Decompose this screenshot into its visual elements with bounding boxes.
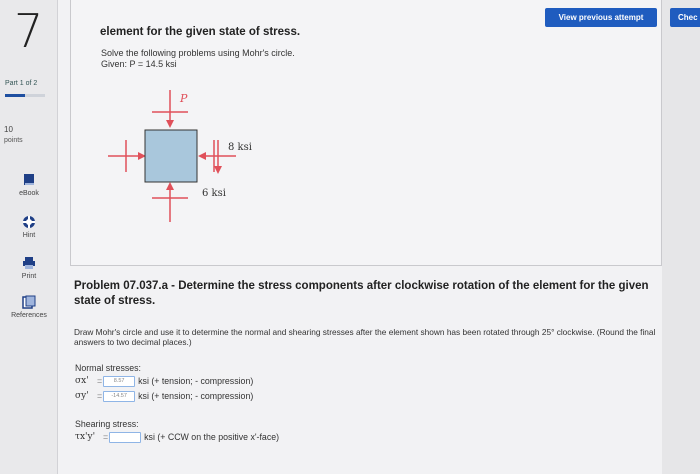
left-rail: 7 Part 1 of 2 10 points eBook Hint Print… <box>0 0 58 474</box>
p-label: P <box>179 92 188 105</box>
print-icon <box>23 257 35 269</box>
problem-title: Problem 07.037.a - Determine the stress … <box>74 280 649 307</box>
ebook-label: eBook <box>19 190 39 197</box>
sigma-y-unit: ksi (+ tension; - compression) <box>138 391 254 401</box>
given-value: Given: P = 14.5 ksi <box>101 59 177 69</box>
sigma-x-unit: ksi (+ tension; - compression) <box>138 376 254 386</box>
points-value: 10 <box>4 125 13 134</box>
references-label: References <box>11 312 47 319</box>
right-stress-label: 8 ksi <box>228 142 252 153</box>
figure-section-title: element for the given state of stress. <box>100 26 301 38</box>
part-label: Part 1 of 2 <box>5 80 38 87</box>
hint-label: Hint <box>22 232 36 239</box>
bottom-stress-label: 6 ksi <box>202 188 226 199</box>
shearing-stress-header: Shearing stress: <box>75 419 139 429</box>
sigma-x-input[interactable]: 8.57 <box>103 375 136 387</box>
left-arrow <box>108 140 146 172</box>
stress-element-figure: P 8 ksi 6 ksi <box>108 90 252 222</box>
ebook-button[interactable]: eBook <box>0 173 58 197</box>
references-button[interactable]: References <box>0 295 58 319</box>
right-gutter <box>662 0 700 474</box>
points-label: points <box>4 137 23 144</box>
hint-icon <box>23 216 35 228</box>
tau-row: τx'y' = ksi (+ CCW on the positive x'-fa… <box>75 431 280 443</box>
references-icon <box>22 295 36 309</box>
question-number: 7 <box>14 4 44 58</box>
sigma-x-symbol: σx' <box>75 376 89 386</box>
print-label: Print <box>21 273 37 280</box>
view-previous-attempt-button[interactable]: View previous attempt <box>545 8 657 27</box>
sigma-y-input[interactable]: -14.57 <box>103 390 136 402</box>
tau-unit: ksi (+ CCW on the positive x'-face) <box>144 432 280 442</box>
sigma-x-row: σx' = 8.57 ksi (+ tension; - compression… <box>75 375 254 387</box>
part-progress-bar <box>5 94 45 97</box>
print-button[interactable]: Print <box>0 256 58 280</box>
stress-element <box>144 129 198 183</box>
sigma-y-row: σy' = -14.57 ksi (+ tension; - compressi… <box>75 390 254 402</box>
sigma-y-symbol: σy' <box>75 391 89 401</box>
solve-instruction: Solve the following problems using Mohr'… <box>101 48 295 58</box>
book-icon <box>24 174 34 185</box>
points-block: 10 points <box>4 124 23 146</box>
tau-symbol: τx'y' <box>75 432 96 442</box>
tau-input[interactable] <box>109 431 142 443</box>
problem-instruction: Draw Mohr's circle and use it to determi… <box>74 327 656 347</box>
normal-stresses-header: Normal stresses: <box>75 363 141 373</box>
hint-button[interactable]: Hint <box>0 215 58 239</box>
check-button[interactable]: Chec <box>670 8 700 27</box>
bottom-arrow <box>152 182 188 222</box>
